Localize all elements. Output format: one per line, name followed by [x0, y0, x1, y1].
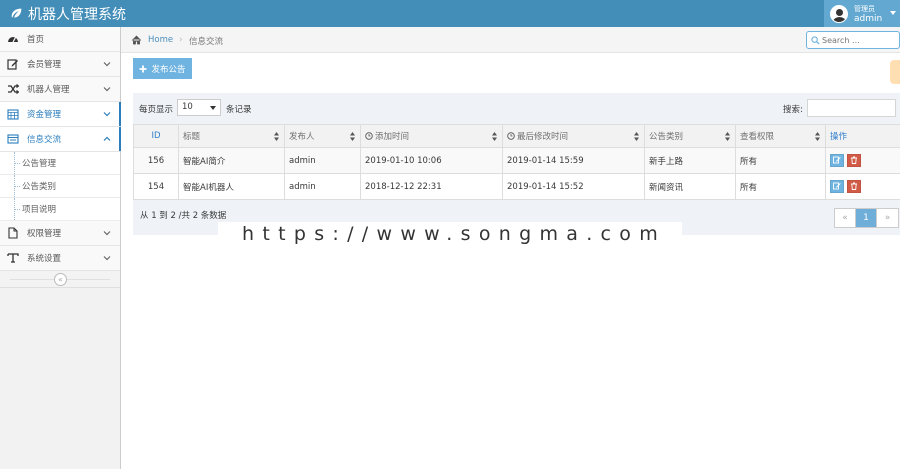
edit-button[interactable] [830, 153, 844, 167]
table-info: 从 1 到 2 /共 2 条数据 [140, 211, 227, 221]
caret-down-icon [890, 11, 896, 15]
pagination-next-button[interactable]: » [877, 209, 898, 227]
home-icon [131, 35, 142, 45]
chevron-down-icon [103, 231, 111, 236]
trash-icon [851, 156, 857, 165]
pagination-page-button[interactable]: 1 [856, 209, 877, 227]
avatar [830, 4, 848, 23]
calendar-icon [7, 108, 19, 120]
delete-button[interactable] [847, 179, 861, 193]
top-navbar: 机器人管理系统 管理员 admin [0, 0, 900, 27]
length-suffix: 条记录 [226, 105, 252, 115]
column-header-id[interactable]: ID [133, 124, 179, 148]
column-header-added[interactable]: 添加时间 [360, 124, 503, 148]
breadcrumb-home[interactable]: Home [131, 35, 173, 45]
sidebar: 首页 会员管理 机器人管理 资金管理 信息交流 公告管理 公告类别 项目说明 权… [0, 27, 121, 469]
sort-icon [492, 132, 497, 141]
column-header-permission[interactable]: 查看权限 [735, 124, 826, 148]
dashboard-icon [7, 33, 19, 45]
file-icon [7, 227, 19, 239]
settings-tab[interactable] [890, 60, 900, 84]
sort-icon [634, 132, 639, 141]
search-icon [811, 36, 820, 45]
watermark-text: https://www.songma.com [218, 222, 682, 246]
pagination: « 1 » [834, 208, 899, 228]
clock-icon [507, 132, 515, 140]
sidebar-subitem-project[interactable]: 项目说明 [0, 198, 120, 221]
column-header-author[interactable]: 发布人 [284, 124, 361, 148]
text-icon [7, 252, 19, 264]
pagination-prev-button[interactable]: « [835, 209, 856, 227]
sidebar-item-settings[interactable]: 系统设置 [0, 246, 120, 271]
user-name: admin [854, 13, 883, 24]
shuffle-icon [7, 83, 19, 95]
chevron-up-icon [103, 136, 111, 141]
sort-icon [725, 132, 730, 141]
edit-icon [7, 58, 19, 70]
sidebar-item-funds[interactable]: 资金管理 [0, 102, 121, 127]
column-header-title[interactable]: 标题 [178, 124, 285, 148]
table-row: 156 智能AI简介 admin 2019-01-10 10:06 2019-0… [133, 147, 900, 174]
sidebar-subitem-categories[interactable]: 公告类别 [0, 175, 120, 198]
delete-button[interactable] [847, 153, 861, 167]
search-box [806, 31, 900, 49]
edit-button[interactable] [830, 179, 844, 193]
sidebar-item-permissions[interactable]: 权限管理 [0, 221, 120, 246]
leaf-icon [11, 8, 22, 18]
trash-icon [851, 182, 857, 191]
breadcrumb: Home › 信息交流 [121, 27, 900, 53]
sidebar-item-robots[interactable]: 机器人管理 [0, 77, 120, 102]
sort-icon [274, 132, 279, 141]
table-filter-input[interactable] [807, 99, 896, 117]
app-title: 机器人管理系统 [28, 6, 126, 23]
table-row: 154 智能AI机器人 admin 2018-12-12 22:31 2019-… [133, 173, 900, 200]
filter-label: 搜索: [783, 105, 803, 115]
clock-icon [365, 132, 373, 140]
chevron-down-icon [103, 112, 111, 117]
announcement-table-panel: 每页显示 10 条记录 搜索: ID 标题 发布人 添加时间 最后修改时间 公告… [133, 93, 900, 235]
edit-icon [833, 156, 841, 164]
sidebar-item-home[interactable]: 首页 [0, 27, 120, 52]
chevron-down-icon [103, 62, 111, 67]
announcement-table: ID 标题 发布人 添加时间 最后修改时间 公告类别 查看权限 操作 156 智… [133, 124, 900, 200]
user-menu[interactable]: 管理员 admin [824, 0, 900, 27]
sort-icon [815, 132, 820, 141]
breadcrumb-current: 信息交流 [189, 37, 224, 47]
chevron-down-icon [103, 87, 111, 92]
edit-icon [833, 182, 841, 190]
list-icon [7, 133, 19, 145]
page-length-select[interactable]: 10 [177, 99, 221, 116]
sort-icon [350, 132, 355, 141]
column-header-modified[interactable]: 最后修改时间 [502, 124, 645, 148]
chevron-down-icon [103, 256, 111, 261]
sidebar-subitem-announcements[interactable]: 公告管理 [0, 152, 120, 175]
app-brand[interactable]: 机器人管理系统 [10, 4, 126, 23]
double-chevron-left-icon[interactable]: « [54, 273, 67, 286]
column-header-actions: 操作 [825, 124, 900, 148]
chevron-right-icon: › [179, 35, 183, 45]
sidebar-collapse: « [0, 271, 120, 288]
search-input[interactable] [822, 33, 898, 47]
sidebar-item-messages[interactable]: 信息交流 [0, 127, 121, 152]
publish-announcement-button[interactable]: 发布公告 [133, 58, 192, 79]
user-role: 管理员 [854, 4, 875, 13]
sidebar-item-members[interactable]: 会员管理 [0, 52, 120, 77]
column-header-category[interactable]: 公告类别 [644, 124, 736, 148]
length-label: 每页显示 [139, 105, 174, 115]
plus-icon [139, 65, 147, 72]
